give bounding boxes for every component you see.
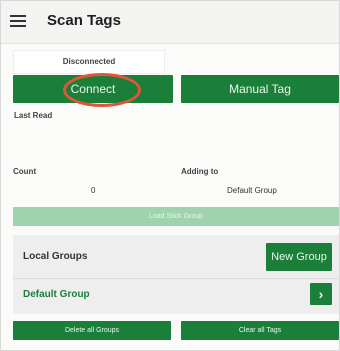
last-read-label: Last Read: [14, 111, 53, 120]
app-bar: Scan Tags: [1, 1, 339, 44]
local-groups-title: Local Groups: [23, 251, 88, 262]
connection-status: Disconnected: [13, 50, 165, 74]
menu-line: [10, 15, 26, 17]
local-groups-panel: Local Groups New Group Default Group ›: [13, 235, 339, 314]
new-group-button[interactable]: New Group: [266, 243, 332, 271]
menu-line: [10, 20, 26, 22]
count-label: Count: [13, 167, 37, 176]
menu-line: [10, 25, 26, 27]
page-title: Scan Tags: [47, 12, 121, 29]
load-stick-group-button[interactable]: Load Stick Group: [13, 207, 339, 226]
divider: [13, 278, 339, 279]
clear-all-tags-button[interactable]: Clear all Tags: [181, 321, 339, 340]
app-screen: Scan Tags Disconnected Connect Manual Ta…: [0, 0, 340, 351]
group-item-default[interactable]: Default Group: [23, 289, 90, 300]
hamburger-menu-icon[interactable]: [10, 15, 26, 27]
delete-all-groups-button[interactable]: Delete all Groups: [13, 321, 171, 340]
manual-tag-button[interactable]: Manual Tag: [181, 75, 339, 103]
chevron-right-icon[interactable]: ›: [310, 283, 332, 305]
connect-highlight-ring: [63, 73, 141, 107]
adding-to-label: Adding to: [181, 167, 219, 176]
adding-to-value: Default Group: [227, 186, 277, 195]
count-value: 0: [91, 186, 96, 195]
